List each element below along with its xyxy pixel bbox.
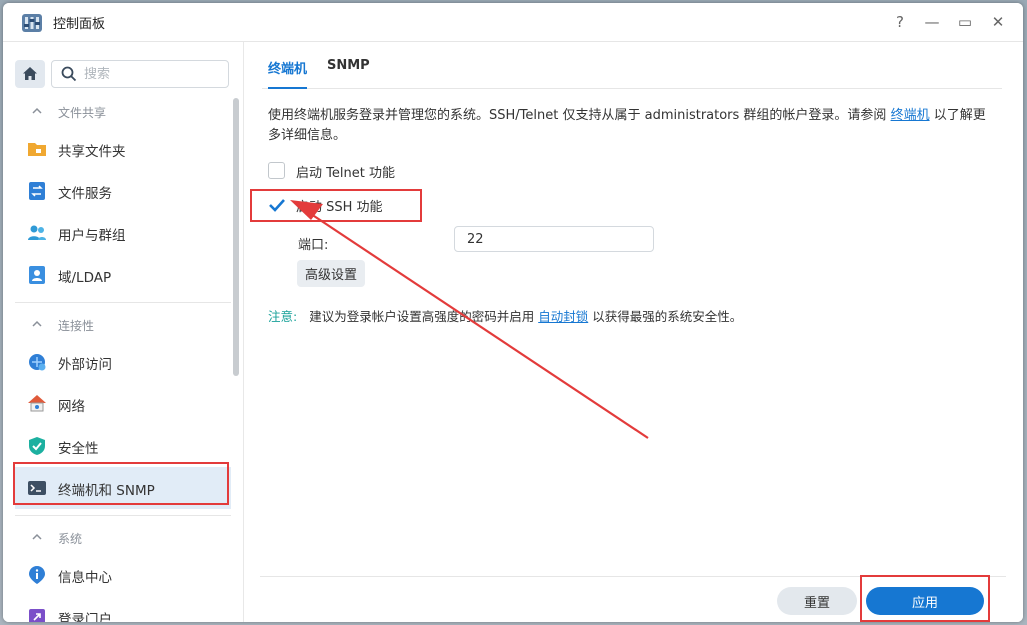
- highlight-box-ssh: [250, 189, 422, 222]
- chevron-up-icon: [32, 533, 42, 540]
- sidebar-item-users-groups[interactable]: 用户与群组: [15, 212, 231, 254]
- sidebar-item-label: 共享文件夹: [58, 144, 126, 160]
- sidebar-item-info-center[interactable]: 信息中心: [15, 554, 231, 596]
- sidebar-item-login-portal[interactable]: 登录门户: [15, 596, 231, 622]
- domain-ldap-icon: [29, 266, 45, 284]
- advanced-settings-button[interactable]: 高级设置: [297, 260, 365, 287]
- sidebar-item-security[interactable]: 安全性: [15, 425, 231, 467]
- sidebar-item-label: 文件服务: [58, 186, 112, 202]
- external-access-icon: [29, 354, 46, 371]
- sidebar-item-label: 域/LDAP: [58, 270, 112, 286]
- login-portal-icon: [29, 609, 45, 622]
- sidebar-item-label: 信息中心: [58, 570, 112, 586]
- sidebar-item-label: 登录门户: [58, 612, 112, 622]
- home-icon: [23, 67, 37, 80]
- title-bar: 控制面板 ? — ▭ ✕: [3, 3, 1023, 42]
- info-icon: [29, 566, 45, 584]
- reset-button[interactable]: 重置: [777, 587, 857, 615]
- window-title: 控制面板: [53, 17, 106, 32]
- security-note: 注意: 建议为登录帐户设置高强度的密码并启用 自动封锁 以获得最强的系统安全性。: [268, 306, 742, 325]
- sidebar-item-label: 外部访问: [58, 357, 112, 373]
- note-label: 注意:: [268, 309, 298, 324]
- sidebar-item-label: 用户与群组: [58, 228, 126, 244]
- maximize-icon[interactable]: ▭: [954, 11, 976, 33]
- users-icon: [28, 225, 46, 240]
- section-title: 连接性: [58, 319, 95, 333]
- terminal-help-link[interactable]: 终端机: [891, 108, 930, 123]
- minimize-icon[interactable]: —: [921, 11, 943, 33]
- sidebar-nav: 文件共享 共享文件夹 文件服务 用户与群组 域/LDAP 连接性 外部访问 网络…: [15, 96, 231, 622]
- auto-block-link[interactable]: 自动封锁: [538, 309, 588, 324]
- highlight-box-apply: [860, 575, 990, 622]
- search-icon: [61, 66, 77, 82]
- port-input[interactable]: [454, 226, 654, 252]
- description-text: 使用终端机服务登录并管理您的系统。SSH/Telnet 仅支持从属于 admin…: [268, 108, 891, 123]
- tab-terminal[interactable]: 终端机: [268, 58, 308, 89]
- close-icon[interactable]: ✕: [987, 11, 1009, 33]
- terminal-description: 使用终端机服务登录并管理您的系统。SSH/Telnet 仅支持从属于 admin…: [268, 106, 998, 146]
- sidebar-item-domain-ldap[interactable]: 域/LDAP: [15, 254, 231, 296]
- file-services-icon: [29, 182, 45, 200]
- sidebar: 文件共享 共享文件夹 文件服务 用户与群组 域/LDAP: [3, 42, 244, 622]
- sidebar-item-network[interactable]: 网络: [15, 383, 231, 425]
- section-title: 文件共享: [58, 106, 107, 120]
- sidebar-item-label: 网络: [58, 399, 85, 415]
- sidebar-item-shared-folder[interactable]: 共享文件夹: [15, 128, 231, 170]
- tab-bar: 终端机 SNMP: [262, 42, 1002, 89]
- sidebar-item-file-services[interactable]: 文件服务: [15, 170, 231, 212]
- folder-icon: [28, 143, 46, 156]
- home-button[interactable]: [15, 60, 45, 88]
- search-input[interactable]: [82, 64, 226, 84]
- port-label: 端口:: [298, 238, 329, 253]
- note-text: 建议为登录帐户设置高强度的密码并启用: [309, 309, 539, 324]
- main-panel: 终端机 SNMP 使用终端机服务登录并管理您的系统。SSH/Telnet 仅支持…: [244, 42, 1023, 622]
- network-icon: [28, 395, 46, 412]
- highlight-box-terminal-snmp: [13, 462, 229, 505]
- tab-snmp[interactable]: SNMP: [327, 58, 370, 83]
- chevron-up-icon: [32, 107, 42, 114]
- section-file-sharing[interactable]: 文件共享: [15, 96, 231, 128]
- sidebar-item-external-access[interactable]: 外部访问: [15, 341, 231, 383]
- control-panel-window: 控制面板 ? — ▭ ✕ 文件共享 共享文件: [3, 3, 1023, 622]
- telnet-label: 启动 Telnet 功能: [296, 166, 395, 181]
- section-connectivity[interactable]: 连接性: [15, 309, 231, 341]
- search-box: [51, 60, 229, 88]
- chevron-up-icon: [32, 320, 42, 327]
- sidebar-item-label: 安全性: [58, 441, 99, 457]
- telnet-checkbox[interactable]: [268, 162, 285, 179]
- control-panel-app-icon: [22, 14, 42, 32]
- shield-icon: [29, 437, 45, 455]
- note-text-end: 以获得最强的系统安全性。: [588, 309, 743, 324]
- section-system[interactable]: 系统: [15, 522, 231, 554]
- sidebar-scrollbar[interactable]: [233, 98, 239, 376]
- section-title: 系统: [58, 532, 83, 546]
- help-icon[interactable]: ?: [889, 11, 911, 33]
- telnet-option[interactable]: 启动 Telnet 功能: [268, 161, 428, 183]
